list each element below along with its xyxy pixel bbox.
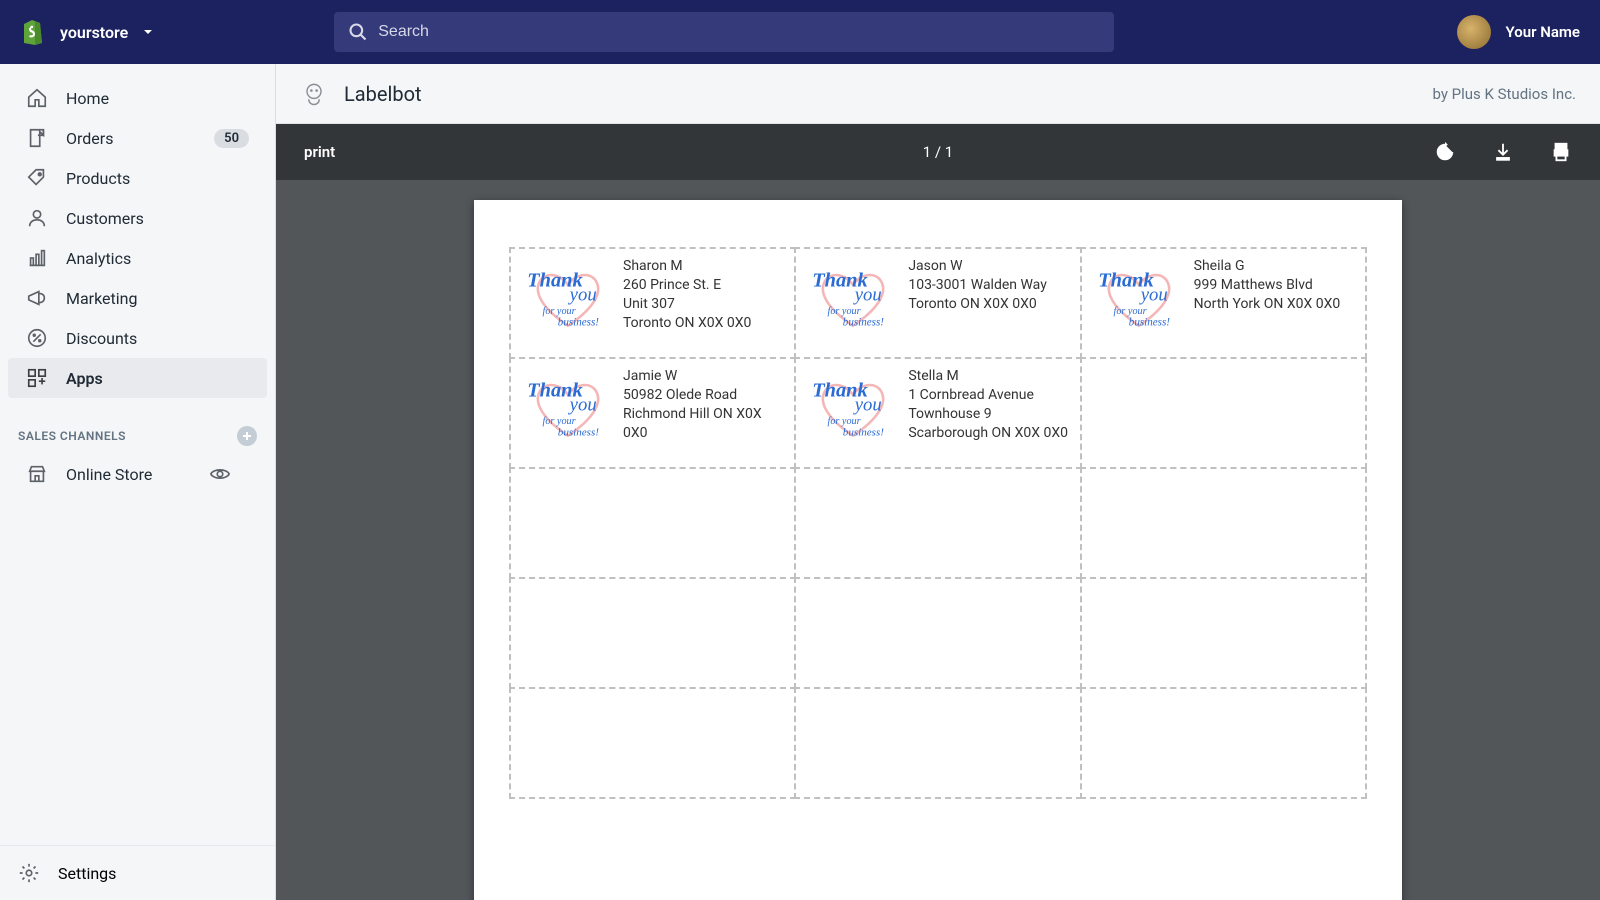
label-cell — [509, 467, 796, 579]
plus-icon — [241, 430, 253, 442]
app-bar: Labelbot by Plus K Studios Inc. — [276, 64, 1600, 124]
settings-label: Settings — [58, 864, 116, 883]
sidebar-item-home[interactable]: Home — [8, 78, 267, 118]
rotate-icon — [1434, 141, 1456, 163]
label-cell — [509, 687, 796, 799]
sidebar-item-label: Orders — [66, 129, 214, 148]
address-block: Sharon M 260 Prince St. E Unit 307 Toron… — [623, 257, 751, 333]
sidebar-channel-online-store[interactable]: Online Store — [8, 454, 267, 494]
sidebar-item-label: Online Store — [66, 465, 209, 484]
label-cell — [794, 577, 1081, 689]
orders-badge: 50 — [214, 129, 249, 148]
sidebar-item-discounts[interactable]: Discounts — [8, 318, 267, 358]
sales-channels-label: SALES CHANNELS — [18, 429, 126, 443]
sidebar-item-label: Marketing — [66, 289, 249, 308]
sidebar-item-apps[interactable]: Apps — [8, 358, 267, 398]
sidebar-item-marketing[interactable]: Marketing — [8, 278, 267, 318]
thank-you-graphic — [802, 367, 904, 445]
shopify-logo-icon — [20, 18, 44, 46]
sidebar-item-analytics[interactable]: Analytics — [8, 238, 267, 278]
main-content: Labelbot by Plus K Studios Inc. print 1 … — [276, 64, 1600, 900]
apps-icon — [26, 367, 48, 389]
thank-you-graphic — [802, 257, 904, 335]
add-channel-button[interactable] — [237, 426, 257, 446]
marketing-icon — [26, 287, 48, 309]
discounts-icon — [26, 327, 48, 349]
app-title: Labelbot — [344, 82, 422, 106]
sidebar-item-label: Apps — [66, 369, 249, 388]
page-indicator: 1 / 1 — [923, 143, 954, 161]
thank-you-graphic — [517, 257, 619, 335]
label-cell — [1080, 467, 1367, 579]
store-name-label: yourstore — [60, 23, 128, 42]
print-icon — [1550, 141, 1572, 163]
label-cell — [1080, 577, 1367, 689]
products-icon — [26, 167, 48, 189]
print-button[interactable] — [1550, 141, 1572, 163]
sidebar-item-label: Analytics — [66, 249, 249, 268]
home-icon — [26, 87, 48, 109]
sidebar-item-label: Home — [66, 89, 249, 108]
sidebar: Home Orders 50 Products Customers Analyt… — [0, 64, 276, 900]
search-icon — [348, 22, 368, 42]
orders-icon — [26, 127, 48, 149]
download-icon — [1492, 141, 1514, 163]
sidebar-item-customers[interactable]: Customers — [8, 198, 267, 238]
sidebar-item-products[interactable]: Products — [8, 158, 267, 198]
label-cell: Sheila G 999 Matthews Blvd North York ON… — [1080, 247, 1367, 359]
view-icon[interactable] — [209, 463, 231, 485]
sidebar-item-orders[interactable]: Orders 50 — [8, 118, 267, 158]
label-cell — [1080, 687, 1367, 799]
label-cell: Jason W 103-3001 Walden Way Toronto ON X… — [794, 247, 1081, 359]
label-cell — [509, 577, 796, 689]
document-title: print — [304, 143, 335, 161]
address-block: Jamie W 50982 Olede Road Richmond Hill O… — [623, 367, 788, 443]
label-cell — [794, 687, 1081, 799]
address-block: Stella M 1 Cornbread Avenue Townhouse 9 … — [908, 367, 1068, 443]
viewer-body[interactable]: Sharon M 260 Prince St. E Unit 307 Toron… — [276, 180, 1600, 900]
analytics-icon — [26, 247, 48, 269]
labelbot-icon — [300, 80, 328, 108]
user-name-label: Your Name — [1505, 23, 1580, 41]
label-cell: Sharon M 260 Prince St. E Unit 307 Toron… — [509, 247, 796, 359]
app-header: yourstore Your Name — [0, 0, 1600, 64]
search-input[interactable] — [378, 23, 1100, 41]
label-cell — [794, 467, 1081, 579]
sidebar-item-settings[interactable]: Settings — [0, 845, 275, 900]
avatar[interactable] — [1457, 15, 1491, 49]
rotate-button[interactable] — [1434, 141, 1456, 163]
sidebar-item-label: Discounts — [66, 329, 249, 348]
store-icon — [26, 463, 48, 485]
store-switcher[interactable]: yourstore — [60, 23, 154, 42]
print-page: Sharon M 260 Prince St. E Unit 307 Toron… — [474, 200, 1402, 900]
search-box[interactable] — [334, 12, 1114, 52]
customers-icon — [26, 207, 48, 229]
sidebar-item-label: Customers — [66, 209, 249, 228]
label-cell: Jamie W 50982 Olede Road Richmond Hill O… — [509, 357, 796, 469]
download-button[interactable] — [1492, 141, 1514, 163]
app-author: by Plus K Studios Inc. — [1432, 85, 1576, 103]
label-cell — [1080, 357, 1367, 469]
sidebar-item-label: Products — [66, 169, 249, 188]
address-block: Jason W 103-3001 Walden Way Toronto ON X… — [908, 257, 1047, 314]
label-cell: Stella M 1 Cornbread Avenue Townhouse 9 … — [794, 357, 1081, 469]
thank-you-graphic — [1088, 257, 1190, 335]
gear-icon — [18, 862, 40, 884]
thank-you-graphic — [517, 367, 619, 445]
chevron-down-icon — [142, 26, 154, 38]
address-block: Sheila G 999 Matthews Blvd North York ON… — [1194, 257, 1341, 314]
viewer-toolbar: print 1 / 1 — [276, 124, 1600, 180]
sales-channels-header: SALES CHANNELS — [0, 398, 275, 454]
